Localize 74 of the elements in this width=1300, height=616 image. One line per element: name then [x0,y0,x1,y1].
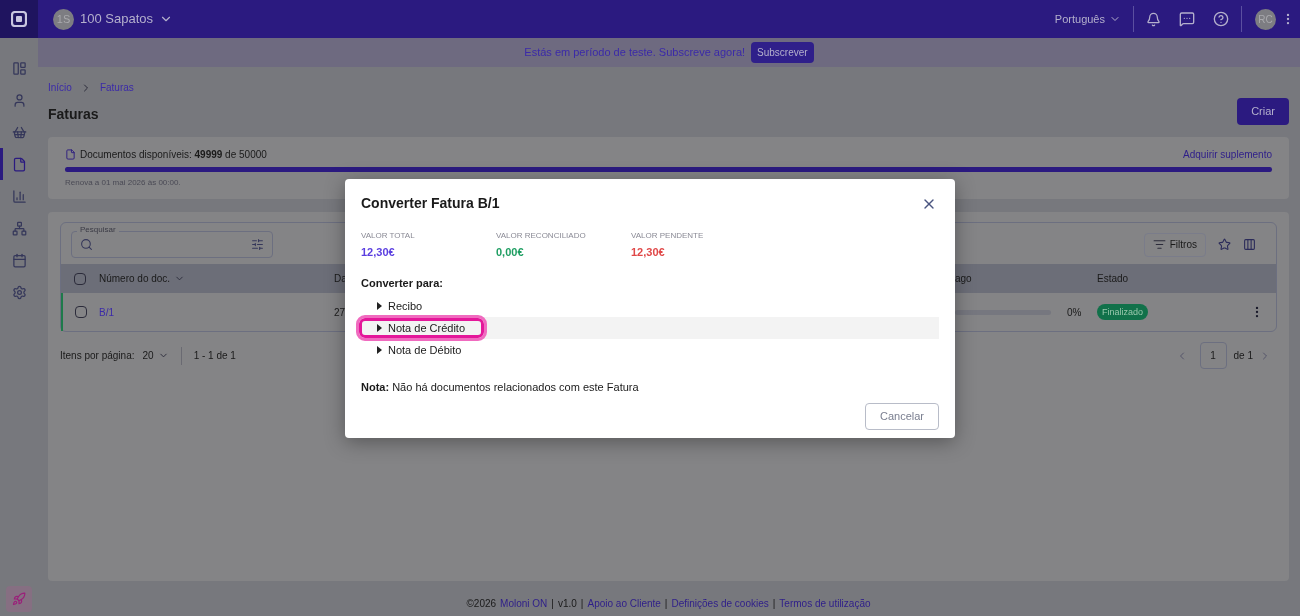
company-name[interactable]: 100 Sapatos [80,9,153,29]
filter-icon [1152,238,1166,251]
column-header[interactable]: ago [955,273,972,284]
footer-text: v1.0 [557,596,577,611]
subscribe-button[interactable]: Subscrever [751,42,814,63]
document-icon [65,149,76,160]
summary-label: VALOR RECONCILIADO [496,230,587,242]
banner-text: Estás em período de teste. Subscreve agora! [524,45,746,61]
rocket-icon [12,592,26,606]
breadcrumb-link[interactable]: Faturas [99,80,134,95]
separator: | [664,596,668,611]
table-cell-text: 0% [1067,305,1082,320]
search-icon [80,238,93,251]
summary-value: 12,30€ [361,245,396,260]
status-badge: Finalizado [1097,304,1149,320]
chart-icon [11,188,27,204]
footer-text: ©2026 [466,596,497,611]
layout-icon [11,60,27,76]
column-header[interactable]: Número do doc. [99,271,171,286]
sliders-icon[interactable] [251,238,264,251]
user-icon [11,92,27,108]
breadcrumb-link[interactable]: Início [48,80,72,95]
separator: | [551,596,554,611]
option-label: Recibo [388,298,423,314]
rocket-button[interactable] [6,586,32,612]
notifications-icon[interactable] [1146,11,1161,27]
create-button[interactable]: Criar [1237,98,1289,125]
option-label: Nota de Crédito [388,320,466,336]
addon-link[interactable]: Adquirir suplemento [1183,147,1272,162]
columns-icon[interactable] [1243,238,1256,251]
chat-icon[interactable] [1179,11,1195,27]
footer-link[interactable]: Definições de cookies [671,595,769,611]
table-cell: 27 [334,306,346,318]
cancel-button[interactable]: Cancelar [864,403,939,430]
summary-label: VALOR TOTAL [361,230,416,242]
logo-icon[interactable] [0,0,38,38]
caret-icon [377,324,382,332]
filters-button[interactable]: Filtros [1143,232,1206,257]
favorite-icon[interactable] [1218,238,1231,251]
column-header[interactable]: Estado [1097,273,1129,284]
footer-link[interactable]: Apoio ao Cliente [587,595,661,611]
separator: | [580,596,584,611]
summary-value: 0,00€ [496,245,525,260]
separator: | [772,596,776,611]
option-label: Nota de Débito [388,342,462,358]
caret-icon [377,302,382,310]
basket-icon [11,124,27,140]
summary-label: VALOR PENDENTE [631,230,705,242]
search-label: Pesquisar [77,226,119,234]
range-text: 1 - 1 de 1 [193,349,236,363]
dialog-title: Converter Fatura B/1 [361,194,500,213]
summary-value: 12,30€ [631,245,666,260]
footer-link[interactable]: Moloni ON [500,595,548,611]
convert-option[interactable]: Nota de Débito [361,339,939,361]
page-count: de 1 [1233,349,1253,363]
per-page-select[interactable]: 20 [142,348,154,363]
help-icon[interactable] [1213,11,1229,27]
convert-label: Converter para: [361,275,444,291]
caret-icon [377,346,382,354]
calendar-icon [11,252,27,268]
checkbox[interactable] [75,306,87,318]
footer-link[interactable]: Termos de utilização [779,595,871,611]
language-select[interactable]: Português [1054,10,1105,28]
page-title: Faturas [48,105,100,124]
convert-option[interactable]: Recibo [361,295,939,317]
network-icon [11,220,27,236]
page-field[interactable]: 1 [1199,342,1227,369]
document-link[interactable]: B/1 [99,306,114,318]
settings-icon [11,284,27,300]
checkbox[interactable] [74,272,86,285]
note-text: Nota: Não há documentos relacionados com este Fatura [361,380,640,395]
document-icon [11,156,27,172]
per-page-label: Itens por página: [60,349,135,363]
quota-text: Documentos disponíveis: 49999 de 50000 [80,148,267,162]
